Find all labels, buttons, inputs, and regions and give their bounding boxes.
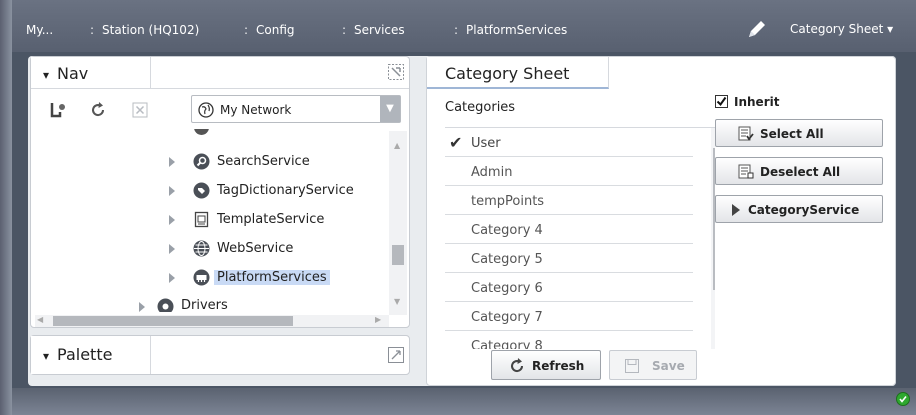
select-all-button[interactable]: Select All: [715, 119, 883, 147]
expand-icon[interactable]: [169, 273, 175, 283]
tree-row-searchservice[interactable]: SearchService: [167, 149, 387, 175]
tree-label: TagDictionaryService: [217, 183, 354, 198]
scroll-down-icon[interactable]: ▼: [394, 297, 400, 306]
tree-row-drivers[interactable]: Drivers: [137, 296, 337, 312]
category-sheet-tab[interactable]: Category Sheet: [427, 57, 609, 89]
nav-root-value: My Network: [220, 103, 292, 117]
tree-row-tagdictionaryservice[interactable]: TagDictionaryService: [167, 178, 407, 204]
scroll-up-icon[interactable]: ▲: [394, 141, 400, 150]
tree-label: WebService: [217, 241, 294, 256]
check-icon: ✔: [449, 133, 463, 152]
tree-row-clipped: [191, 129, 231, 137]
tree-label: TemplateService: [217, 212, 325, 227]
save-button[interactable]: Save: [609, 350, 697, 380]
nav-header[interactable]: ▾ Nav: [31, 57, 151, 89]
refresh-icon: [511, 358, 524, 373]
expand-icon[interactable]: [169, 157, 175, 167]
tree-row-templateservice[interactable]: TemplateService: [167, 207, 387, 233]
breadcrumb-services[interactable]: : Services: [342, 23, 405, 37]
tree-row-platformservices[interactable]: PlatformServices: [167, 265, 387, 291]
search-service-icon: [193, 153, 210, 170]
category-item-6[interactable]: Category 6: [445, 273, 693, 302]
breadcrumb-station[interactable]: : Station (HQ102): [90, 23, 199, 37]
category-label: Category 4: [471, 223, 543, 238]
category-sheet-panel: Category Sheet Categories ✔ User Admin t…: [426, 56, 896, 386]
expand-icon[interactable]: [139, 302, 145, 312]
inherit-label: Inherit: [734, 95, 780, 109]
window-left-edge: [0, 0, 12, 415]
status-bar: [12, 388, 916, 415]
maximize-icon[interactable]: [387, 63, 405, 81]
scroll-right-icon[interactable]: ▶: [375, 315, 381, 324]
deselect-all-icon: [738, 164, 754, 179]
categories-list: ✔ User Admin tempPoints Category 4 Categ…: [445, 127, 715, 349]
expand-icon[interactable]: [169, 186, 175, 196]
web-globe-icon: [193, 240, 210, 257]
deselect-all-button[interactable]: Deselect All: [715, 157, 883, 185]
category-label: Category 5: [471, 252, 543, 267]
expand-icon[interactable]: [169, 244, 175, 254]
category-item-4[interactable]: Category 4: [445, 215, 693, 244]
category-label: User: [471, 136, 501, 151]
refresh-icon[interactable]: [89, 101, 107, 119]
category-label: tempPoints: [471, 194, 545, 209]
tag-dictionary-icon: [193, 182, 210, 199]
play-arrow-icon: [732, 204, 740, 216]
dropdown-arrow-icon[interactable]: ▼: [380, 96, 400, 122]
globe-icon: [198, 102, 214, 118]
category-item-user[interactable]: ✔ User: [445, 128, 693, 157]
platform-services-icon: [193, 269, 210, 286]
nav-vertical-scrollbar[interactable]: [389, 131, 407, 315]
palette-title: Palette: [57, 345, 113, 364]
category-label: Admin: [471, 165, 513, 180]
breadcrumb-my[interactable]: My...: [26, 23, 53, 37]
category-service-button[interactable]: CategoryService: [715, 195, 883, 223]
category-item-8[interactable]: Category 8: [445, 331, 693, 349]
category-item-7[interactable]: Category 7: [445, 302, 693, 331]
home-tree-icon[interactable]: [49, 101, 67, 119]
service-icon: [194, 129, 209, 135]
tree-label: Drivers: [181, 298, 228, 312]
select-all-icon: [738, 126, 754, 141]
palette-header[interactable]: ▾ Palette: [31, 336, 151, 374]
nav-toolbar: My Network ▼: [45, 95, 405, 125]
status-ok-icon: [896, 392, 910, 406]
view-selector[interactable]: Category Sheet ▾: [790, 22, 893, 36]
template-icon: [194, 211, 209, 228]
pencil-icon[interactable]: [746, 18, 768, 40]
nav-panel: ▾ Nav My Network ▼ SearchService TagDict…: [30, 56, 410, 328]
category-item-5[interactable]: Category 5: [445, 244, 693, 273]
divider: [151, 88, 409, 89]
collapse-icon[interactable]: ▾: [43, 349, 49, 363]
checkbox-icon[interactable]: [715, 95, 728, 108]
save-disk-icon: [625, 359, 639, 373]
expand-icon[interactable]: [169, 215, 175, 225]
category-item-temppoints[interactable]: tempPoints: [445, 186, 693, 215]
refresh-button[interactable]: Refresh: [491, 350, 601, 380]
tree-label-selected: PlatformServices: [214, 270, 330, 285]
palette-panel: ▾ Palette: [30, 335, 410, 375]
tree-row-webservice[interactable]: WebService: [167, 236, 387, 262]
drivers-icon: [157, 298, 174, 312]
scroll-left-icon[interactable]: ◀: [37, 315, 43, 324]
breadcrumb-config[interactable]: : Config: [244, 23, 295, 37]
inherit-checkbox[interactable]: Inherit: [715, 95, 779, 109]
nav-vertical-scroll-thumb[interactable]: [392, 245, 404, 265]
category-item-admin[interactable]: Admin: [445, 157, 693, 186]
collapse-icon[interactable]: ▾: [43, 68, 49, 82]
categories-header: Categories: [445, 100, 516, 115]
nav-root-select[interactable]: My Network ▼: [191, 95, 401, 123]
category-label: Category 7: [471, 310, 543, 325]
close-icon[interactable]: [131, 101, 149, 119]
breadcrumb-platformservices[interactable]: : PlatformServices: [454, 23, 567, 37]
locator-bar: My... : Station (HQ102) : Config : Services…: [12, 0, 916, 52]
nav-horizontal-scroll-thumb[interactable]: [53, 316, 293, 326]
category-label: Category 6: [471, 281, 543, 296]
maximize-icon[interactable]: [387, 346, 405, 364]
nav-title: Nav: [57, 64, 89, 83]
tree-label: SearchService: [217, 154, 310, 169]
category-label: Category 8: [471, 339, 543, 349]
